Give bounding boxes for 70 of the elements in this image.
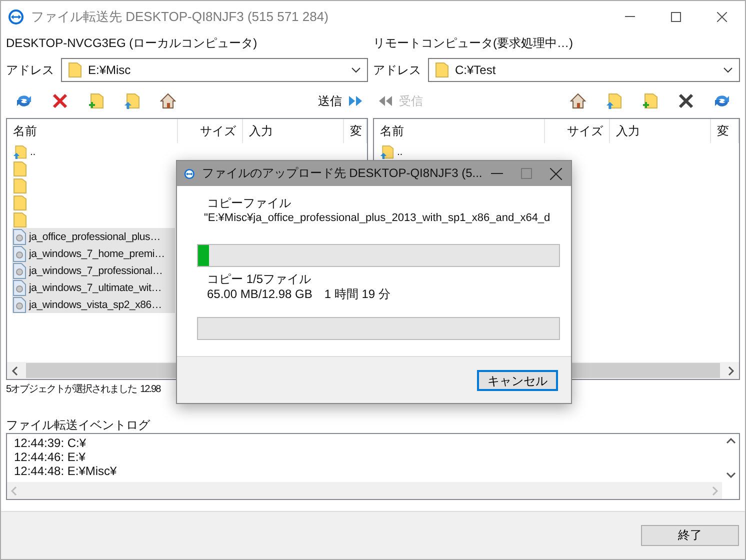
address-label: アドレス bbox=[373, 62, 422, 78]
home-icon[interactable] bbox=[570, 93, 586, 109]
file-list-item[interactable]: .. bbox=[12, 143, 175, 160]
column-header[interactable]: サイズ bbox=[178, 119, 243, 143]
transferred-size: 65.00 MB/12.98 GB bbox=[207, 287, 312, 302]
column-header[interactable]: 変 bbox=[711, 119, 739, 143]
maximize-icon bbox=[671, 12, 681, 22]
log-entry: 12:44:39: C:¥ bbox=[14, 436, 88, 450]
copy-file-label: コピーファイル bbox=[207, 196, 292, 211]
log-label: ファイル転送イベントログ bbox=[6, 418, 152, 432]
new-folder-icon[interactable] bbox=[88, 93, 104, 109]
chevron-down-icon bbox=[723, 67, 733, 73]
column-header[interactable]: 入力 bbox=[243, 119, 344, 143]
scroll-up-icon[interactable] bbox=[726, 438, 736, 444]
parent-folder-icon bbox=[124, 93, 140, 109]
file-count: コピー 1/5ファイル bbox=[207, 272, 312, 287]
file-list-item[interactable]: .. bbox=[379, 143, 542, 160]
parent-folder-icon bbox=[606, 93, 622, 109]
disc-file-icon bbox=[13, 296, 26, 312]
disc-file-icon bbox=[13, 280, 26, 296]
minimize-icon bbox=[625, 16, 635, 17]
file-list-item[interactable]: ja_windows_7_professional… bbox=[12, 262, 175, 279]
close-icon bbox=[550, 168, 562, 180]
column-header[interactable]: サイズ bbox=[545, 119, 610, 143]
remaining-time: 1 時間 19 分 bbox=[324, 287, 390, 302]
column-header[interactable]: 変 bbox=[344, 119, 367, 143]
selection-status: 5オブジェクトが選択されました 12.98 bbox=[6, 382, 160, 396]
column-header[interactable]: 名前 bbox=[374, 119, 545, 143]
dialog-title: ファイルのアップロード先 DESKTOP-QI8NJF3 (5... bbox=[202, 165, 482, 182]
column-header[interactable]: 名前 bbox=[7, 119, 178, 143]
log-entry: 12:44:46: E:¥ bbox=[14, 450, 86, 464]
maximize-icon bbox=[521, 168, 532, 179]
scroll-down-icon[interactable] bbox=[726, 472, 736, 478]
file-list-item[interactable]: ja_windows_7_home_premi… bbox=[12, 245, 175, 262]
file-path: "E:¥Misc¥ja_office_professional_plus_2013_with_sp1_x86_and_x64_d bbox=[204, 211, 552, 226]
close-icon bbox=[717, 12, 727, 22]
home-icon[interactable] bbox=[160, 93, 176, 109]
file-list-item[interactable]: ja_windows_7_ultimate_wit… bbox=[12, 279, 175, 296]
column-header[interactable]: 入力 bbox=[610, 119, 711, 143]
minimize-icon bbox=[491, 173, 504, 174]
refresh-icon[interactable] bbox=[714, 93, 730, 109]
parent-folder-icon bbox=[13, 144, 27, 160]
pane-heading: DESKTOP-NVCG3EG (ローカルコンピュータ) bbox=[6, 34, 258, 52]
pane-heading: リモートコンピュータ(要求処理中…) bbox=[373, 34, 573, 52]
new-folder-icon[interactable] bbox=[642, 93, 658, 109]
log-entry: 12:44:48: E:¥Misc¥ bbox=[14, 464, 118, 478]
parent-folder-icon bbox=[380, 144, 394, 160]
disc-file-icon bbox=[13, 262, 26, 278]
delete-icon[interactable] bbox=[52, 93, 68, 109]
folder-icon bbox=[68, 62, 82, 78]
delete-icon[interactable] bbox=[678, 93, 694, 109]
folder-icon bbox=[13, 194, 27, 210]
folder-icon bbox=[13, 212, 27, 228]
disc-file-icon bbox=[13, 246, 26, 262]
send-button[interactable]: 送信 bbox=[314, 92, 368, 110]
window-title: ファイル転送先 DESKTOP-QI8NJF3 (515 571 284) bbox=[31, 8, 330, 26]
disc-file-icon bbox=[13, 228, 26, 244]
folder-icon bbox=[13, 160, 27, 176]
address-combobox[interactable]: C:¥Test bbox=[428, 58, 740, 82]
file-list-item[interactable]: ja_windows_vista_sp2_x86… bbox=[12, 296, 175, 313]
folder-icon bbox=[435, 62, 449, 78]
address-combobox[interactable]: E:¥Misc bbox=[61, 58, 368, 82]
chevron-down-icon bbox=[351, 67, 361, 73]
refresh-icon[interactable] bbox=[16, 93, 32, 109]
cancel-button[interactable]: キャンセル bbox=[477, 370, 558, 390]
finish-button[interactable]: 終了 bbox=[641, 525, 739, 546]
folder-icon bbox=[13, 178, 27, 194]
address-label: アドレス bbox=[6, 62, 55, 78]
app-logo-icon bbox=[8, 8, 24, 24]
file-list-item[interactable]: ja_office_professional_plus… bbox=[12, 228, 175, 245]
